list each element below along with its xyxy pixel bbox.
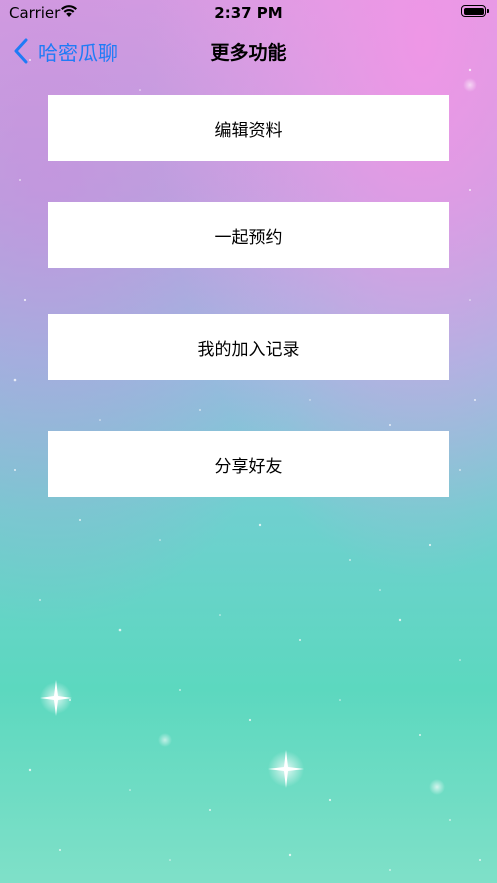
share-friends-button[interactable]: 分享好友 <box>48 431 449 497</box>
page-title: 更多功能 <box>210 42 287 64</box>
share-friends-label: 分享好友 <box>214 456 283 477</box>
my-join-records-button[interactable]: 我的加入记录 <box>48 314 449 380</box>
book-together-label: 一起预约 <box>214 227 283 248</box>
book-together-button[interactable]: 一起预约 <box>48 202 449 268</box>
my-join-records-label: 我的加入记录 <box>197 339 300 360</box>
edit-profile-button[interactable]: 编辑资料 <box>48 95 449 161</box>
status-bar: Carrier 2:37 PM <box>0 0 497 26</box>
navigation-bar: 哈密瓜聊 更多功能 <box>0 26 497 76</box>
edit-profile-label: 编辑资料 <box>214 120 283 141</box>
status-time: 2:37 PM <box>214 4 283 22</box>
battery-icon <box>461 5 489 17</box>
